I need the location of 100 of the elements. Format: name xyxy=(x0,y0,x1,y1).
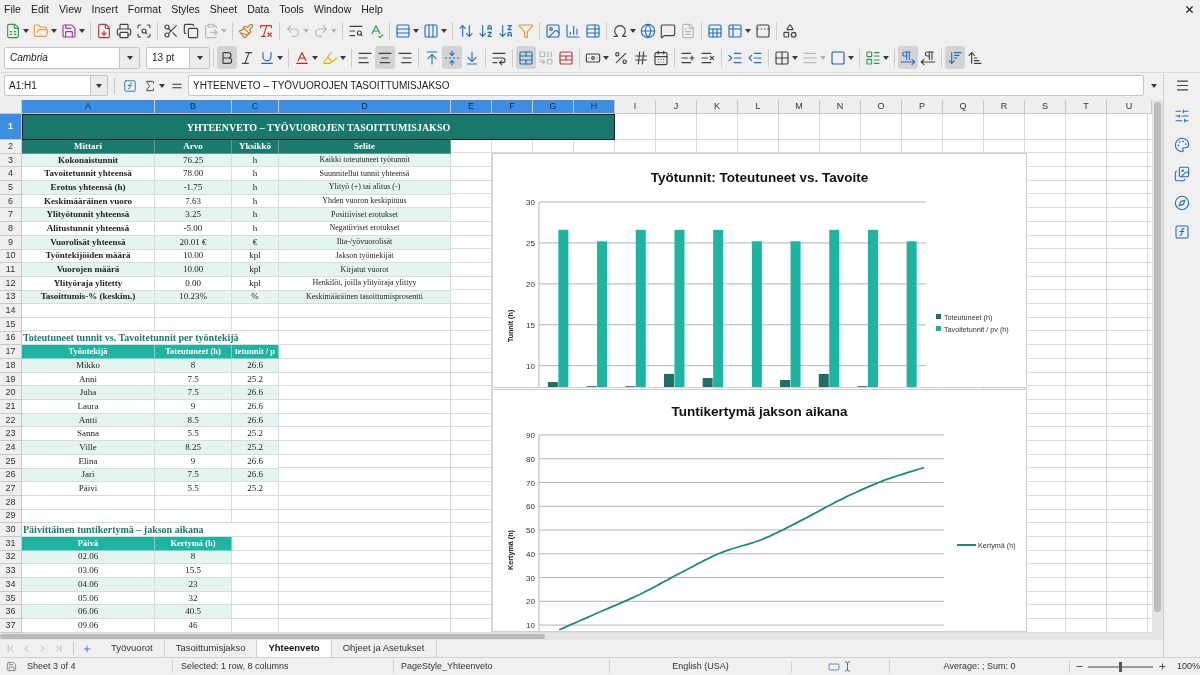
row-header[interactable]: 17 xyxy=(0,345,22,359)
text-direction-button[interactable] xyxy=(945,46,965,69)
column-header[interactable]: C xyxy=(232,100,279,114)
row-header[interactable]: 33 xyxy=(0,564,22,578)
scrollbar-thumb[interactable] xyxy=(0,634,545,639)
row-header[interactable]: 5 xyxy=(0,181,22,195)
name-box[interactable]: A1:H1 xyxy=(4,75,108,96)
row-header[interactable]: 20 xyxy=(0,386,22,401)
caret-icon xyxy=(312,55,318,60)
menu-item[interactable]: Insert xyxy=(91,1,118,18)
column-header[interactable]: O xyxy=(861,100,902,114)
align-middle-button[interactable] xyxy=(442,46,462,69)
chevron-bar-right-icon xyxy=(53,643,64,654)
function-icon xyxy=(123,78,137,93)
font-size-field[interactable]: 13 pt xyxy=(146,46,210,69)
combine-icon xyxy=(538,49,554,66)
table-cell: h xyxy=(232,167,279,182)
menu-item[interactable]: View xyxy=(59,1,82,18)
align-center-button[interactable] xyxy=(375,46,395,69)
axis-tick-label: 10 xyxy=(526,621,535,631)
menu-item[interactable]: Edit xyxy=(30,1,49,18)
zoom-in-button[interactable] xyxy=(1157,660,1167,673)
menu-item[interactable]: Sheet xyxy=(209,1,238,18)
row-header[interactable]: 7 xyxy=(0,208,22,223)
axis-tick-label: 10 xyxy=(526,361,535,371)
column-header[interactable]: L xyxy=(738,100,779,114)
row-header[interactable]: 30 xyxy=(0,523,22,537)
sheet-position-text: Sheet 3 of 4 xyxy=(27,660,76,671)
horizontal-scrollbar[interactable] xyxy=(0,633,1163,640)
column-header[interactable]: M xyxy=(779,100,820,114)
column-header[interactable]: D xyxy=(279,100,451,114)
caret-icon xyxy=(883,55,889,60)
plus-icon xyxy=(82,643,92,654)
table-cell: Negatiiviset erotukset xyxy=(279,222,451,236)
omega-icon xyxy=(612,23,628,39)
letter-baseline-icon xyxy=(294,49,310,66)
row-header[interactable]: 34 xyxy=(0,578,22,592)
vertical-scrollbar[interactable] xyxy=(1152,100,1163,633)
row-header[interactable]: 2 xyxy=(0,140,22,154)
row-header[interactable]: 21 xyxy=(0,400,22,414)
column-header[interactable]: Q xyxy=(943,100,984,114)
row-header[interactable]: 11 xyxy=(0,263,22,277)
table-cell: 26.6 xyxy=(232,359,279,373)
bold-button[interactable] xyxy=(217,46,237,69)
left-to-right-button[interactable] xyxy=(898,46,918,69)
column-header[interactable]: U xyxy=(1107,100,1152,114)
menu-item[interactable]: Help xyxy=(361,1,383,18)
row-header[interactable]: 18 xyxy=(0,359,22,373)
table-cell: Vuorojen määrä xyxy=(22,263,155,277)
column-header[interactable]: N xyxy=(820,100,861,114)
menu-item[interactable]: Tools xyxy=(279,1,304,18)
column-header[interactable]: E xyxy=(451,100,492,114)
column-header[interactable]: B xyxy=(155,100,232,114)
column-header[interactable]: H xyxy=(574,100,615,114)
row-header[interactable]: 4 xyxy=(0,167,22,182)
dropdown-button[interactable] xyxy=(90,76,107,95)
sheet-tab[interactable]: Yhteenveto xyxy=(257,640,332,657)
column-header[interactable]: I xyxy=(615,100,656,114)
column-header[interactable]: G xyxy=(533,100,574,114)
row-header[interactable]: 23 xyxy=(0,427,22,442)
menu-item[interactable]: File xyxy=(4,1,21,18)
font-name-field[interactable]: Cambria xyxy=(4,46,140,69)
row-header[interactable]: 37 xyxy=(0,619,22,633)
column-header[interactable]: P xyxy=(902,100,943,114)
column-header[interactable]: R xyxy=(984,100,1025,114)
caret-icon xyxy=(331,29,337,33)
text-cursor-icon[interactable] xyxy=(842,661,853,672)
chart-title: Työtunnit: Toteutuneet vs. Tavoite xyxy=(650,170,869,185)
row-header[interactable]: 36 xyxy=(0,605,22,620)
zoom-level-text[interactable]: 100% xyxy=(1177,659,1200,674)
menu-item[interactable]: Styles xyxy=(171,1,200,18)
arrow-lines-icon xyxy=(947,49,963,66)
dropdown-button[interactable] xyxy=(189,47,209,68)
table-cell: 15.5 xyxy=(155,564,232,578)
table-cell: 25.2 xyxy=(232,482,279,496)
column-header[interactable]: J xyxy=(656,100,697,114)
chevron-bar-left-icon xyxy=(5,643,16,654)
menu-item[interactable]: Data xyxy=(247,1,270,18)
scrollbar-thumb[interactable] xyxy=(1154,102,1161,612)
row-header[interactable]: 24 xyxy=(0,441,22,455)
column-header[interactable]: T xyxy=(1066,100,1107,114)
row-header[interactable]: 8 xyxy=(0,222,22,236)
menu-item[interactable]: Format xyxy=(127,1,162,18)
image-icon xyxy=(545,23,561,39)
zoom-slider-thumb[interactable] xyxy=(1119,661,1122,672)
dropdown-button[interactable] xyxy=(119,47,139,68)
column-header[interactable]: K xyxy=(697,100,738,114)
axis-tick-label: 20 xyxy=(526,597,535,607)
axis-tick-label: 50 xyxy=(526,526,535,536)
formula-input[interactable]: YHTEENVETO – TYÖVUOROJEN TASOITTUMISJAKSO xyxy=(188,75,1144,96)
column-header[interactable]: F xyxy=(492,100,533,114)
column-header[interactable]: S xyxy=(1025,100,1066,114)
language-text[interactable]: English (USA) xyxy=(672,660,729,671)
row-header[interactable]: 14 xyxy=(0,304,22,318)
columns-icon xyxy=(423,23,439,39)
row-header[interactable]: 27 xyxy=(0,482,22,496)
column-header[interactable]: A xyxy=(22,100,155,114)
menu-item[interactable]: Window xyxy=(313,1,352,18)
merge-center-button[interactable] xyxy=(516,46,536,69)
table-header-cell: Toteutuneet (h) xyxy=(155,345,232,359)
